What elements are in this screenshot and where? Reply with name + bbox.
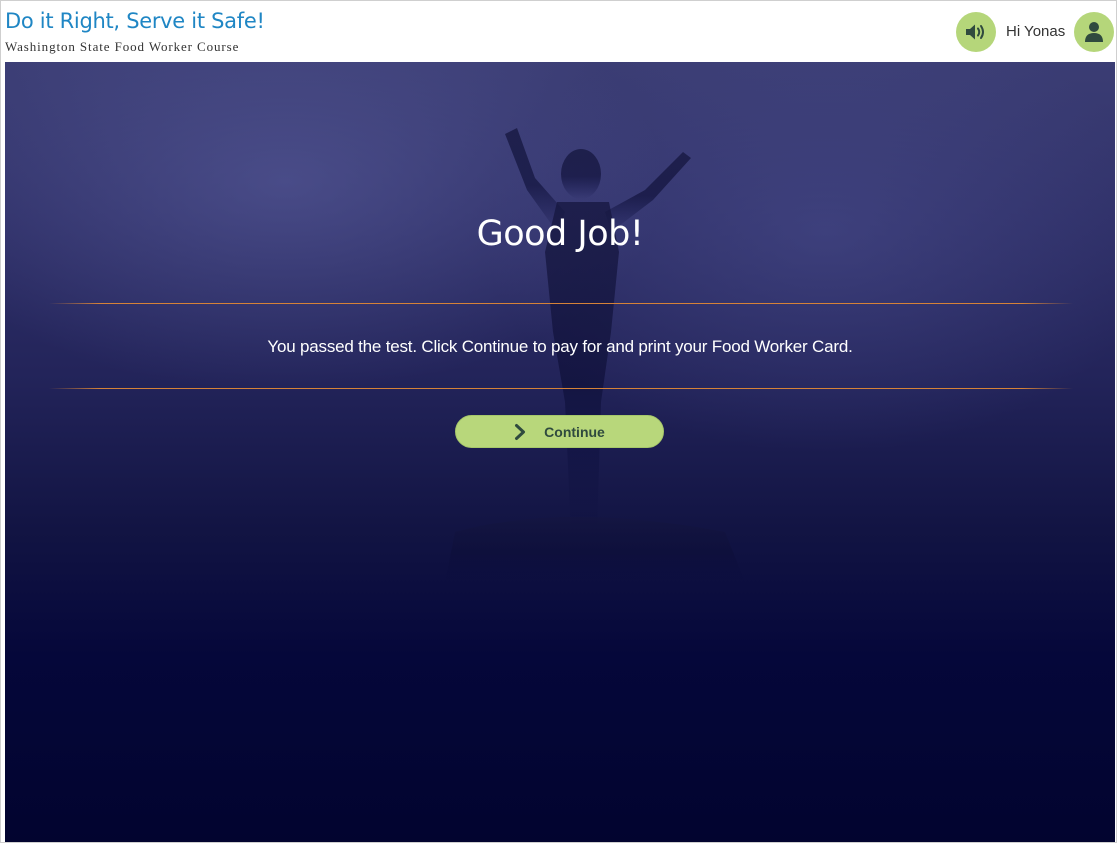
course-subtitle: Washington State Food Worker Course [5, 39, 240, 54]
speaker-icon [966, 24, 984, 40]
divider-bottom [49, 388, 1073, 389]
continue-label: Continue [544, 423, 605, 440]
divider-top [49, 303, 1073, 304]
user-icon [1085, 22, 1103, 42]
chevron-right-icon [514, 423, 528, 441]
results-panel: Good Job! You passed the test. Click Con… [5, 62, 1115, 842]
header: Do it Right, Serve it Safe! Washington S… [1, 1, 1116, 61]
user-menu-button[interactable] [1074, 12, 1114, 52]
continue-button[interactable]: Continue [455, 415, 664, 448]
audio-button[interactable] [956, 12, 996, 52]
result-message: You passed the test. Click Continue to p… [267, 337, 853, 356]
background-silhouette-image [445, 128, 745, 582]
user-greeting: Hi Yonas [1006, 23, 1066, 40]
app-window: Do it Right, Serve it Safe! Washington S… [0, 0, 1117, 843]
course-title: Do it Right, Serve it Safe! [5, 9, 265, 33]
result-heading: Good Job! [476, 214, 644, 254]
